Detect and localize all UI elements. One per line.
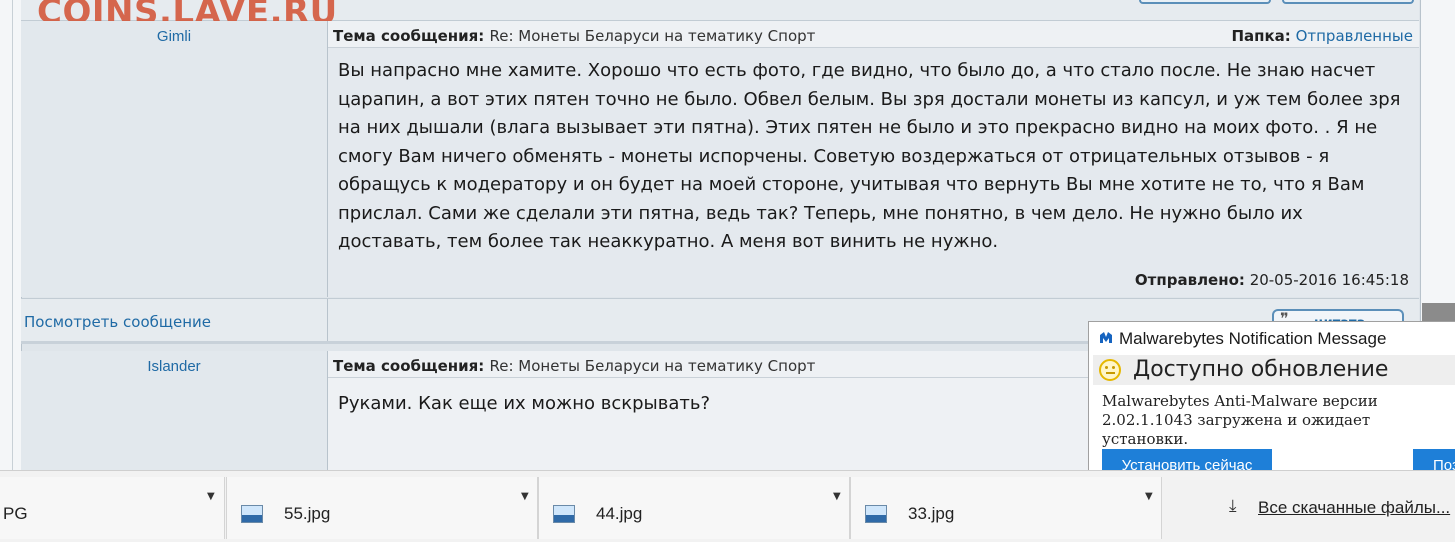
subject-label: Тема сообщения: <box>333 357 485 375</box>
message-body: Вы напрасно мне хамите. Хорошо что есть … <box>338 60 1401 252</box>
author-name[interactable]: Gimli <box>21 28 327 45</box>
download-icon: ⤓ <box>1229 496 1237 516</box>
chevron-down-icon[interactable]: ▼ <box>1145 491 1153 502</box>
subject-text: Re: Монеты Беларуси на тематику Спорт <box>489 357 816 375</box>
notification-title: Malwarebytes Notification Message <box>1099 329 1386 349</box>
scrollbar-thumb[interactable] <box>1422 303 1455 323</box>
download-file-name: 33.jpg <box>908 504 955 523</box>
view-message-link[interactable]: Посмотреть сообщение <box>24 313 211 331</box>
author-column: Islander <box>21 351 328 470</box>
subject-text: Re: Монеты Беларуси на тематику Спорт <box>489 27 816 45</box>
folder-line: Папка: Отправленные <box>1231 27 1413 45</box>
sent-label: Отправлено: <box>1134 271 1245 289</box>
download-item[interactable]: PG ▼ <box>0 477 225 539</box>
sent-date: 20-05-2016 16:45:18 <box>1249 271 1409 289</box>
author-column: Gimli <box>21 21 328 297</box>
chevron-down-icon[interactable]: ▼ <box>521 491 529 502</box>
malwarebytes-logo-icon <box>1100 332 1112 343</box>
download-item[interactable]: 55.jpg ▼ <box>226 477 538 539</box>
notification-header: Доступно обновление <box>1093 355 1455 385</box>
subject-bar: Тема сообщения: Re: Монеты Беларуси на т… <box>328 21 1419 48</box>
notification-heading: Доступно обновление <box>1133 357 1389 382</box>
download-item[interactable]: 44.jpg ▼ <box>538 477 850 539</box>
post-gimli: Gimli Тема сообщения: Re: Монеты Беларус… <box>21 21 1419 297</box>
image-file-icon <box>865 505 887 523</box>
image-file-icon <box>241 505 263 523</box>
subject-label: Тема сообщения: <box>333 27 485 45</box>
notification-description: Malwarebytes Anti-Malware версии 2.02.1.… <box>1102 392 1378 448</box>
message-column: Тема сообщения: Re: Монеты Беларуси на т… <box>328 21 1419 297</box>
chevron-down-icon[interactable]: ▼ <box>207 491 215 502</box>
download-bar: PG ▼ 55.jpg ▼ 44.jpg ▼ 33.jpg ▼ ⤓ Все ск… <box>0 470 1455 542</box>
column-divider <box>327 299 328 341</box>
download-file-name: 55.jpg <box>284 504 331 523</box>
page-left-rule <box>12 0 13 470</box>
prev-quote-button[interactable] <box>1282 0 1414 4</box>
sent-line: Отправлено: 20-05-2016 16:45:18 <box>1135 271 1409 289</box>
download-file-name: 44.jpg <box>596 504 643 523</box>
folder-link[interactable]: Отправленные <box>1296 27 1413 45</box>
download-file-name: PG <box>3 504 28 523</box>
chevron-down-icon[interactable]: ▼ <box>833 491 841 502</box>
all-downloads-link[interactable]: Все скачанные файлы... <box>1258 498 1450 518</box>
author-name[interactable]: Islander <box>21 358 327 375</box>
malwarebytes-notification: Malwarebytes Notification Message Доступ… <box>1088 321 1455 495</box>
download-item[interactable]: 33.jpg ▼ <box>850 477 1162 539</box>
neutral-face-icon <box>1099 359 1121 381</box>
prev-action-button[interactable] <box>1139 0 1271 4</box>
image-file-icon <box>553 505 575 523</box>
subject-line: Тема сообщения: Re: Монеты Беларуси на т… <box>333 357 815 375</box>
subject-line: Тема сообщения: Re: Монеты Беларуси на т… <box>333 27 815 45</box>
folder-label: Папка: <box>1231 27 1291 45</box>
notification-title-text: Malwarebytes Notification Message <box>1119 329 1387 348</box>
